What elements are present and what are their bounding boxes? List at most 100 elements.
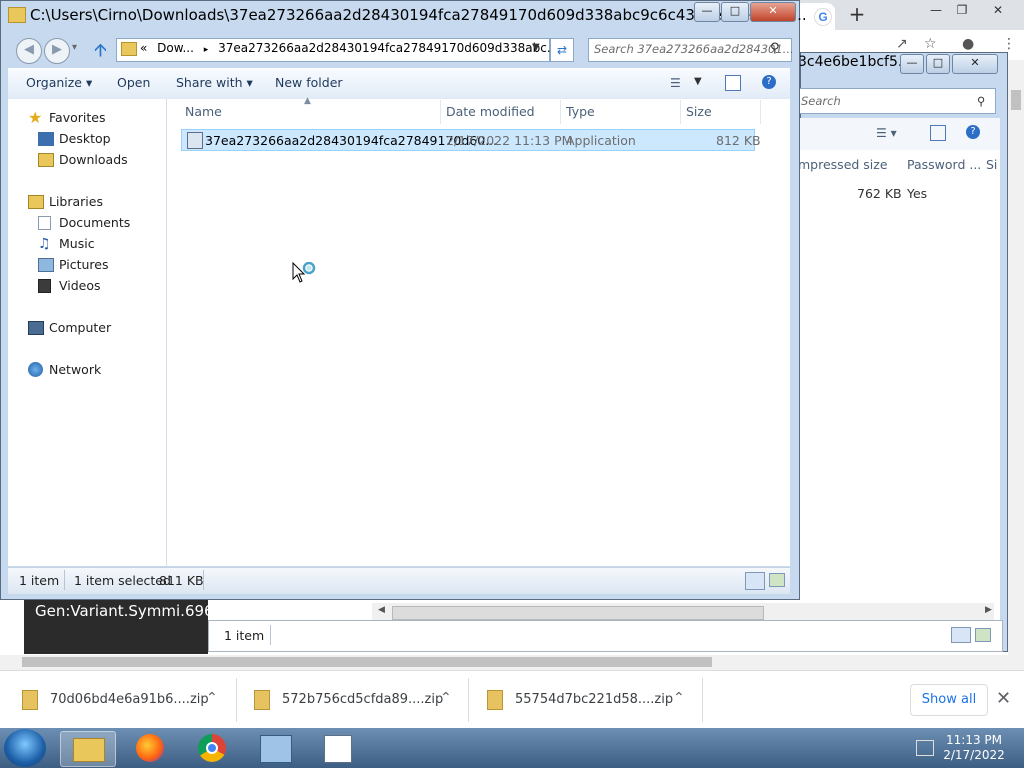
zip-file-icon	[487, 690, 503, 710]
view-dropdown-icon[interactable]: ▼	[694, 76, 702, 87]
refresh-icon[interactable]: ⇄	[550, 38, 574, 62]
column-separator[interactable]	[760, 100, 761, 124]
control-panel-icon	[260, 735, 292, 763]
bookmark-star-icon[interactable]: ☆	[924, 36, 937, 52]
nav-item-label: Network	[49, 362, 102, 377]
search-icon[interactable]: ⚲	[770, 41, 780, 56]
help-icon[interactable]: ?	[762, 75, 776, 89]
chrome-vertical-scroll-thumb[interactable]	[1011, 90, 1021, 110]
details-view-icon[interactable]	[745, 572, 765, 590]
start-button[interactable]	[4, 729, 46, 767]
chrome-maximize-button[interactable]: ❐	[948, 0, 976, 20]
column-separator[interactable]	[560, 100, 561, 124]
close-icon[interactable]: ✕	[996, 688, 1011, 709]
new-folder-button[interactable]: New folder	[275, 75, 343, 90]
column-separator[interactable]	[440, 100, 441, 124]
zip-horizontal-scroll-thumb[interactable]	[392, 606, 764, 620]
zip-view-icon[interactable]: ☰ ▾	[876, 126, 897, 140]
column-header-size[interactable]: Size	[686, 104, 712, 119]
firefox-icon	[136, 734, 164, 762]
zip-file-icon	[22, 690, 38, 710]
recent-pages-dropdown-icon[interactable]: ▾	[72, 42, 77, 53]
close-button[interactable]: ✕	[750, 2, 796, 22]
star-icon: ★	[28, 108, 43, 127]
chevron-up-icon[interactable]: ⌃	[440, 690, 452, 706]
download-item[interactable]: 55754d7bc221d58....zip ⌃	[487, 684, 697, 716]
chrome-icon	[198, 734, 226, 762]
clock[interactable]: 11:13 PM 2/17/2022	[940, 733, 1008, 763]
forward-button[interactable]: ▶	[44, 38, 70, 64]
download-item[interactable]: 70d06bd4e6a91b6....zip ⌃	[22, 684, 232, 716]
nav-item-label: Desktop	[59, 131, 111, 146]
zip-search-icon[interactable]: ⚲	[977, 89, 985, 113]
chrome-close-button[interactable]: ✕	[984, 0, 1012, 20]
sort-ascending-icon: ▲	[304, 96, 311, 106]
folder-icon	[121, 42, 137, 56]
zip-maximize-button[interactable]: □	[926, 54, 950, 74]
open-button[interactable]: Open	[117, 75, 150, 90]
videos-icon	[38, 279, 51, 293]
breadcrumb-overflow[interactable]: «	[140, 41, 147, 55]
zip-tiles-view-icon[interactable]	[975, 628, 991, 642]
change-view-icon[interactable]: ☰	[670, 76, 681, 90]
zip-preview-pane-icon[interactable]	[930, 125, 946, 141]
new-tab-button[interactable]: +	[846, 4, 868, 26]
zip-search-input[interactable]: Search 37ea273266aa2d284301... ⚲	[796, 88, 996, 132]
column-header-type[interactable]: Type	[566, 104, 595, 119]
zip-column-size[interactable]: Si	[986, 157, 997, 172]
column-header-date-modified[interactable]: Date modified	[446, 104, 535, 119]
zip-toolbar: ☰ ▾ ?	[796, 118, 1000, 150]
taskbar-app-button[interactable]	[248, 731, 302, 765]
zip-status-separator	[270, 625, 271, 645]
column-separator[interactable]	[680, 100, 681, 124]
column-header-name[interactable]: Name	[185, 104, 222, 119]
chrome-horizontal-scroll-thumb[interactable]	[22, 657, 712, 667]
download-filename: 70d06bd4e6a91b6....zip	[50, 692, 209, 707]
breadcrumb[interactable]: « Dow... ▸ 37ea273266aa2d28430194fca2784…	[140, 41, 558, 55]
back-button[interactable]: ◀	[16, 38, 42, 64]
large-icons-view-icon[interactable]	[769, 573, 785, 587]
file-list[interactable]	[167, 99, 790, 566]
zip-help-icon[interactable]: ?	[966, 125, 980, 139]
breadcrumb-item-downloads[interactable]: Dow...	[157, 41, 194, 55]
minimize-button[interactable]: —	[694, 2, 720, 22]
taskbar-firefox-button[interactable]	[124, 731, 178, 765]
maximize-button[interactable]: □	[721, 2, 749, 22]
detection-name-text: Gen:Variant.Symmi.6966	[35, 602, 224, 620]
organize-button[interactable]: Organize ▾	[26, 75, 92, 90]
share-icon[interactable]: ↗	[896, 36, 908, 52]
breadcrumb-separator[interactable]: ▸	[204, 45, 209, 55]
nav-item-label: Libraries	[49, 194, 103, 209]
up-arrow-icon[interactable]: 🡩	[94, 38, 107, 68]
chrome-menu-icon[interactable]: ⋮	[1002, 36, 1016, 52]
download-separator	[236, 678, 237, 722]
taskbar-chrome-button[interactable]	[186, 731, 240, 765]
profile-avatar-icon[interactable]: ●	[962, 36, 974, 52]
show-all-button[interactable]: Show all	[910, 684, 988, 716]
taskbar-tasklist-button[interactable]	[310, 731, 364, 765]
preview-pane-icon[interactable]	[725, 75, 741, 91]
zip-details-view-icon[interactable]	[951, 627, 971, 643]
breadcrumb-item-folder[interactable]: 37ea273266aa2d28430194fca27849170d609d33…	[218, 41, 558, 55]
status-separator	[64, 570, 65, 590]
action-center-icon[interactable]	[916, 740, 934, 756]
taskbar-explorer-button[interactable]	[60, 731, 116, 767]
zip-column-compressed-size[interactable]: mpressed size	[798, 157, 888, 172]
zip-column-password[interactable]: Password ...	[907, 157, 981, 172]
scroll-left-arrow-icon[interactable]: ◀	[378, 605, 385, 615]
music-icon: ♫	[38, 236, 51, 252]
chrome-vertical-scrollbar[interactable]	[1008, 60, 1024, 670]
zip-close-button[interactable]: ✕	[952, 54, 998, 74]
chrome-minimize-button[interactable]: —	[922, 0, 950, 20]
downloads-folder-icon	[38, 153, 54, 167]
download-item[interactable]: 572b756cd5cfda89....zip ⌃	[254, 684, 464, 716]
share-with-button[interactable]: Share with ▾	[176, 75, 253, 90]
chevron-up-icon[interactable]: ⌃	[673, 690, 685, 706]
status-separator	[203, 570, 204, 590]
address-dropdown-icon[interactable]: ▼	[532, 42, 540, 53]
computer-icon	[28, 321, 44, 335]
chevron-up-icon[interactable]: ⌃	[206, 690, 218, 706]
libraries-icon	[28, 195, 44, 209]
scroll-right-arrow-icon[interactable]: ▶	[985, 605, 992, 615]
zip-minimize-button[interactable]: —	[900, 54, 924, 74]
